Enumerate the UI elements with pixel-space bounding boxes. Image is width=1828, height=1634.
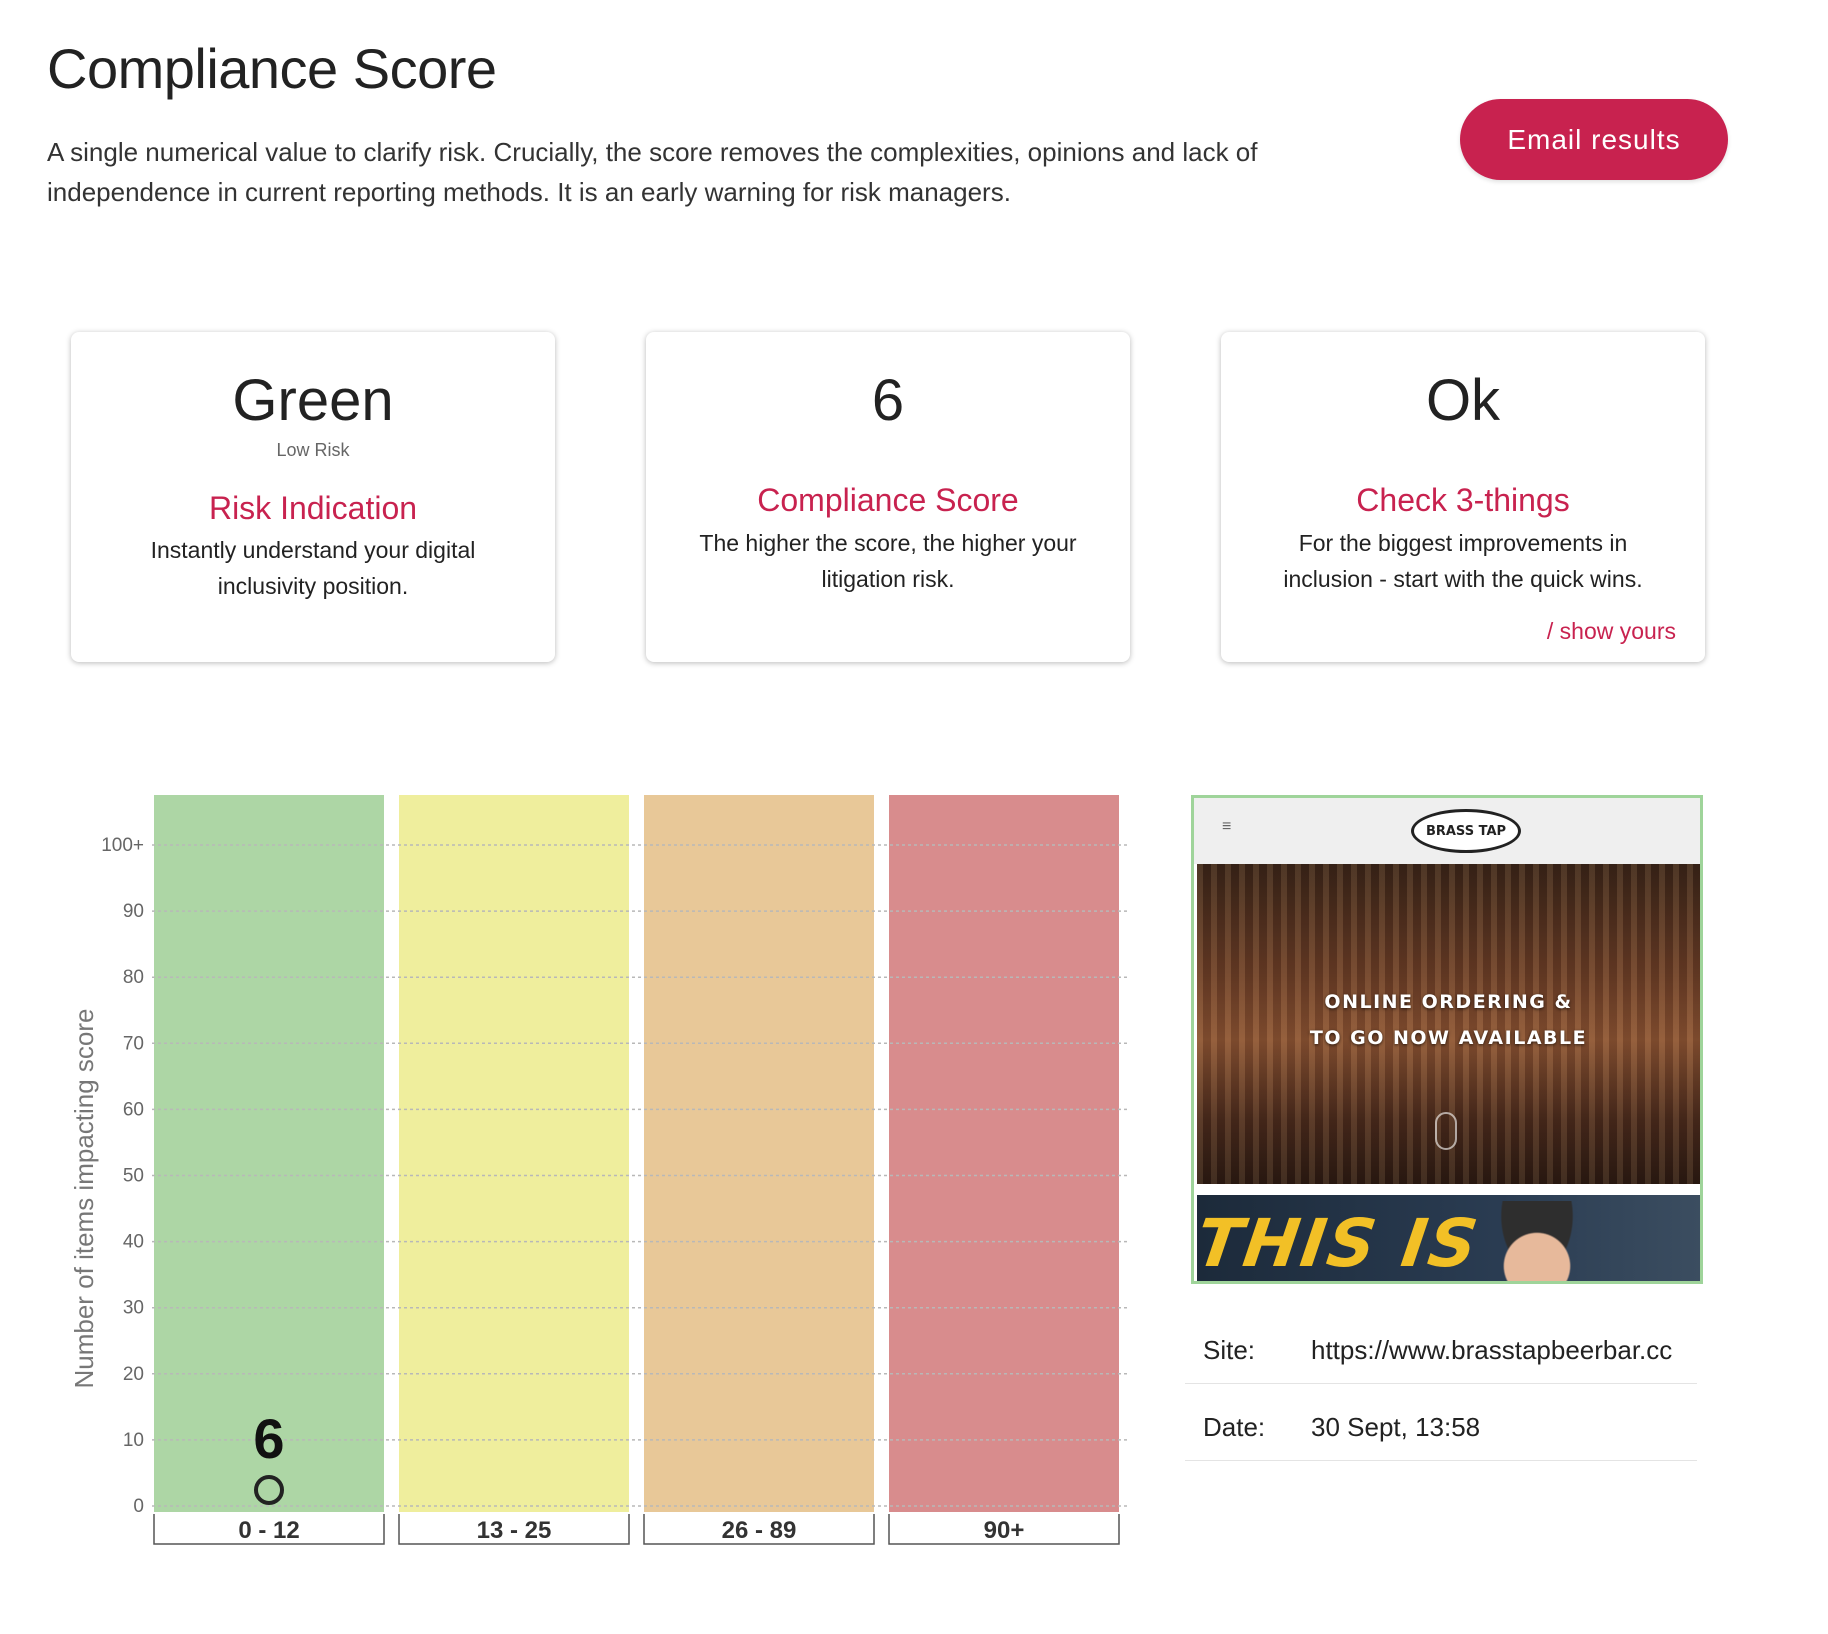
page-description: A single numerical value to clarify risk… xyxy=(47,137,1258,207)
scroll-mouse-icon xyxy=(1435,1112,1457,1150)
check-status-value: Ok xyxy=(1425,368,1501,433)
check-3-things-description: For the biggest improvements in inclusio… xyxy=(1283,530,1643,592)
y-tick-label: 10 xyxy=(123,1430,144,1451)
y-tick-label: 30 xyxy=(123,1298,144,1319)
y-tick-label: 100+ xyxy=(101,835,144,856)
brass-tap-logo: BRASS TAP xyxy=(1411,809,1521,853)
preview-hero-text: ONLINE ORDERING & TO GO NOW AVAILABLE xyxy=(1197,984,1700,1056)
band-90 xyxy=(889,795,1119,1512)
preview-banner-text: THIS IS xyxy=(1197,1205,1484,1282)
band-26-89 xyxy=(644,795,874,1512)
preview-header: ≡ BRASS TAP xyxy=(1194,798,1700,864)
y-tick-label: 60 xyxy=(123,1099,144,1120)
y-tick-label: 50 xyxy=(123,1166,144,1187)
y-tick-label: 70 xyxy=(123,1033,144,1054)
risk-indication-heading: Risk Indication xyxy=(208,490,418,526)
y-tick-label: 0 xyxy=(133,1496,144,1517)
y-tick-label: 20 xyxy=(123,1364,144,1385)
check-3-things-heading: Check 3-things xyxy=(1356,482,1570,518)
page-title: Compliance Score xyxy=(47,37,497,100)
show-yours-link[interactable]: / show yours xyxy=(1547,618,1676,645)
risk-indication-card: Green Low Risk Risk Indication Instantly… xyxy=(71,332,555,662)
compliance-score-chart: 0 10 20 30 40 50 60 70 80 90 100+ Number of items i… xyxy=(69,795,1127,1545)
compliance-score-heading: Compliance Score xyxy=(757,482,1019,518)
risk-indication-description: Instantly understand your digital inclus… xyxy=(150,537,476,599)
band-13-25 xyxy=(399,795,629,1512)
site-screenshot-preview: ≡ BRASS TAP ONLINE ORDERING & TO GO NOW … xyxy=(1191,795,1703,1284)
preview-hero-line-2: TO GO NOW AVAILABLE xyxy=(1309,1027,1588,1049)
compliance-score-card: 6 Compliance Score The higher the score,… xyxy=(646,332,1130,662)
date-label: Date: xyxy=(1203,1412,1266,1442)
y-tick-label: 40 xyxy=(123,1232,144,1253)
date-row: Date: 30 Sept, 13:58 xyxy=(1185,1384,1697,1461)
site-label: Site: xyxy=(1203,1335,1256,1365)
x-tick-label: 26 - 89 xyxy=(722,1517,797,1544)
check-3-things-card: Ok Check 3-things For the biggest improv… xyxy=(1221,332,1705,662)
risk-level-subtitle: Low Risk xyxy=(276,440,350,460)
y-tick-label: 90 xyxy=(123,901,144,922)
y-axis-label: Number of items impacting score xyxy=(69,1008,99,1388)
compliance-score-value: 6 xyxy=(871,368,905,433)
band-0-12 xyxy=(154,795,384,1512)
preview-hero-line-1: ONLINE ORDERING & xyxy=(1324,991,1573,1013)
preview-person-image xyxy=(1482,1201,1592,1281)
email-results-button[interactable]: Email results xyxy=(1460,99,1728,180)
score-point-label: 6 xyxy=(253,1407,284,1470)
site-row: Site: https://www.brasstapbeerbar.cc xyxy=(1185,1307,1697,1384)
x-tick-label: 0 - 12 xyxy=(238,1517,299,1544)
x-tick-label: 90+ xyxy=(984,1517,1025,1544)
hamburger-icon: ≡ xyxy=(1222,818,1232,835)
x-tick-label: 13 - 25 xyxy=(477,1517,552,1544)
preview-hero-image: ONLINE ORDERING & TO GO NOW AVAILABLE xyxy=(1197,864,1700,1184)
logo-text: BRASS TAP xyxy=(1425,823,1507,839)
y-tick-label: 80 xyxy=(123,967,144,988)
compliance-score-description: The higher the score, the higher your li… xyxy=(699,530,1077,592)
preview-banner: THIS IS xyxy=(1197,1195,1700,1282)
risk-level-value: Green xyxy=(232,368,394,433)
date-value: 30 Sept, 13:58 xyxy=(1311,1412,1481,1442)
site-url: https://www.brasstapbeerbar.cc xyxy=(1311,1335,1673,1365)
